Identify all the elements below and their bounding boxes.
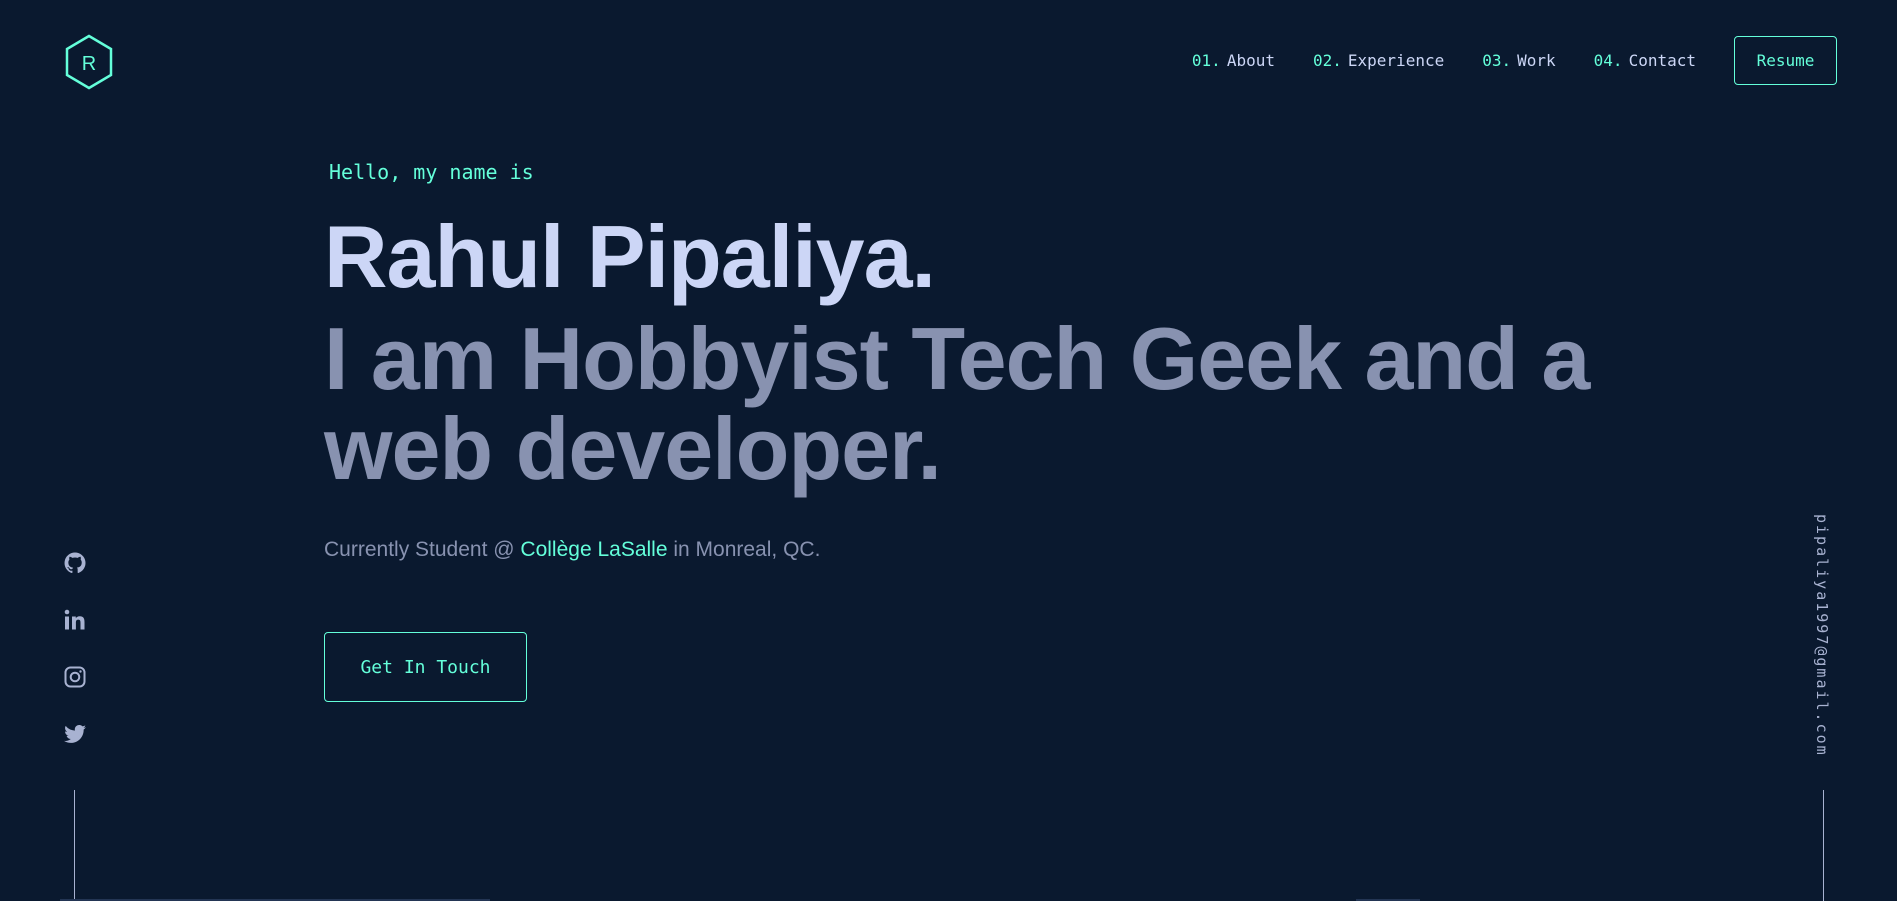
nav-label: Contact (1628, 51, 1696, 70)
hexagon-logo-icon: R (65, 34, 113, 90)
hero-greeting: Hello, my name is (329, 160, 534, 184)
nav-item-about[interactable]: 01. About (1192, 51, 1275, 70)
linkedin-icon (64, 609, 85, 630)
resume-button[interactable]: Resume (1734, 36, 1837, 85)
twitter-icon (64, 724, 86, 743)
nav-item-experience[interactable]: 02. Experience (1313, 51, 1444, 70)
nav-number: 03. (1482, 51, 1512, 70)
logo-letter: R (82, 53, 96, 75)
hero-section: Hello, my name is Rahul Pipaliya. I am H… (324, 160, 1624, 702)
left-vertical-line (74, 790, 75, 901)
nav-label: Work (1517, 51, 1556, 70)
instagram-icon (64, 666, 86, 688)
right-vertical-line (1823, 790, 1824, 901)
subtitle-prefix: Currently Student @ (324, 538, 521, 561)
get-in-touch-button[interactable]: Get In Touch (324, 632, 527, 702)
college-link[interactable]: Collège LaSalle (520, 538, 667, 561)
nav-label: About (1226, 51, 1275, 70)
hero-name: Rahul Pipaliya. (324, 207, 936, 306)
twitter-link[interactable] (62, 721, 88, 747)
github-link[interactable] (62, 550, 88, 576)
subtitle-suffix: in Monreal, QC. (667, 538, 821, 561)
nav-number: 04. (1593, 51, 1623, 70)
logo[interactable]: R (64, 34, 114, 90)
main-nav: 01. About 02. Experience 03. Work 04. Co… (1192, 36, 1837, 85)
social-links (62, 550, 88, 778)
hero-tagline: I am Hobbyist Tech Geek and a web develo… (324, 309, 1590, 498)
nav-number: 02. (1312, 51, 1342, 70)
nav-number: 01. (1191, 51, 1221, 70)
instagram-link[interactable] (62, 664, 88, 690)
hero-subtitle: Currently Student @ Collège LaSalle in M… (324, 538, 1624, 562)
github-icon (64, 552, 86, 573)
email-link[interactable]: pipaliya1997@gmail.com (1813, 514, 1831, 757)
nav-item-work[interactable]: 03. Work (1482, 51, 1555, 70)
linkedin-link[interactable] (62, 607, 88, 633)
nav-label: Experience (1347, 51, 1445, 70)
nav-item-contact[interactable]: 04. Contact (1594, 51, 1696, 70)
